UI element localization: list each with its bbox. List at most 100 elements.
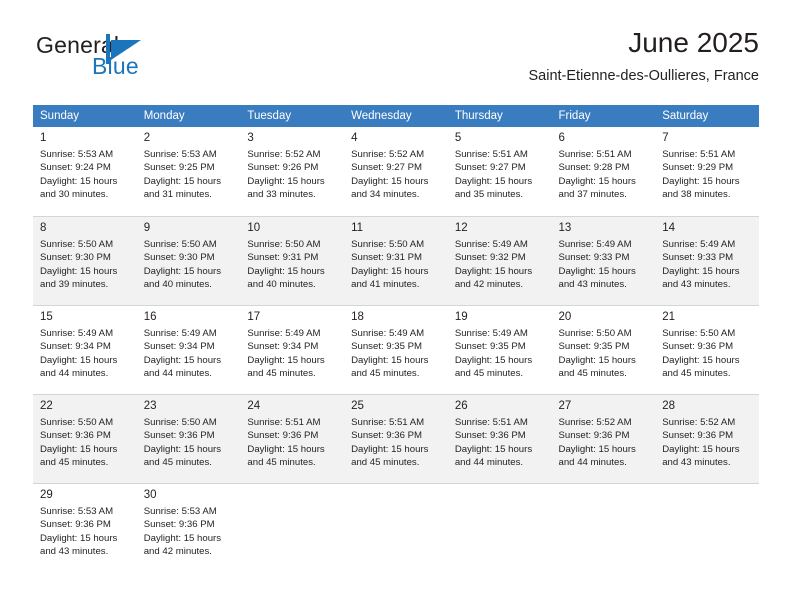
calendar-day-cell[interactable]: 15 Sunrise: 5:49 AM Sunset: 9:34 PM Dayli… (33, 305, 137, 394)
day-sun-info: Sunrise: 5:51 AM Sunset: 9:29 PM Dayligh… (662, 149, 740, 201)
calendar-day-cell[interactable]: 9 Sunrise: 5:50 AM Sunset: 9:30 PM Daylig… (136, 216, 241, 305)
day-sun-info: Sunrise: 5:51 AM Sunset: 9:36 PM Dayligh… (247, 417, 325, 469)
calendar-day-cell[interactable]: 7 Sunrise: 5:51 AM Sunset: 9:29 PM Daylig… (655, 127, 759, 216)
title-block: June 2025 Saint-Etienne-des-Oullieres, F… (529, 26, 760, 85)
day-sun-info: Sunrise: 5:49 AM Sunset: 9:33 PM Dayligh… (558, 239, 636, 291)
calendar-table: Sunday Monday Tuesday Wednesday Thursday… (33, 105, 759, 572)
day-sun-info: Sunrise: 5:53 AM Sunset: 9:36 PM Dayligh… (40, 506, 118, 558)
calendar-day-cell[interactable]: 6 Sunrise: 5:51 AM Sunset: 9:28 PM Daylig… (551, 127, 656, 216)
calendar-day-cell[interactable]: 17 Sunrise: 5:49 AM Sunset: 9:34 PM Dayli… (240, 305, 345, 394)
calendar-day-cell[interactable]: 4 Sunrise: 5:52 AM Sunset: 9:27 PM Daylig… (344, 127, 448, 216)
day-sun-info: Sunrise: 5:49 AM Sunset: 9:33 PM Dayligh… (662, 239, 740, 291)
day-number: 13 (558, 222, 572, 234)
day-number: 1 (40, 132, 47, 144)
calendar-day-cell[interactable]: 13 Sunrise: 5:49 AM Sunset: 9:33 PM Dayli… (551, 216, 656, 305)
day-sun-info: Sunrise: 5:49 AM Sunset: 9:34 PM Dayligh… (40, 328, 118, 380)
day-number: 17 (247, 311, 261, 323)
calendar-day-cell[interactable]: 16 Sunrise: 5:49 AM Sunset: 9:34 PM Dayli… (136, 305, 241, 394)
day-number: 6 (558, 132, 565, 144)
weekday-header-monday: Monday (136, 105, 241, 127)
day-number: 23 (143, 400, 157, 412)
day-number: 22 (40, 400, 53, 412)
day-sun-info: Sunrise: 5:50 AM Sunset: 9:30 PM Dayligh… (143, 239, 222, 291)
calendar-page: General Blue June 2025 Saint-Etienne-des… (0, 0, 792, 612)
day-sun-info: Sunrise: 5:52 AM Sunset: 9:36 PM Dayligh… (662, 417, 740, 469)
calendar-day-cell[interactable]: 2 Sunrise: 5:53 AM Sunset: 9:25 PM Daylig… (136, 127, 241, 216)
day-sun-info: Sunrise: 5:50 AM Sunset: 9:36 PM Dayligh… (662, 328, 740, 380)
calendar-day-cell[interactable]: 28 Sunrise: 5:52 AM Sunset: 9:36 PM Dayli… (655, 394, 759, 483)
calendar-day-cell[interactable]: 11 Sunrise: 5:50 AM Sunset: 9:31 PM Dayli… (344, 216, 448, 305)
day-number: 27 (558, 400, 572, 412)
day-number: 8 (40, 222, 47, 234)
calendar-cell-empty (240, 483, 345, 572)
calendar-header-row: Sunday Monday Tuesday Wednesday Thursday… (33, 105, 759, 127)
calendar-day-cell[interactable]: 18 Sunrise: 5:49 AM Sunset: 9:35 PM Dayli… (344, 305, 448, 394)
day-sun-info: Sunrise: 5:50 AM Sunset: 9:30 PM Dayligh… (40, 239, 118, 291)
calendar-day-cell[interactable]: 10 Sunrise: 5:50 AM Sunset: 9:31 PM Dayli… (240, 216, 345, 305)
day-number: 15 (40, 311, 53, 323)
calendar-day-cell[interactable]: 14 Sunrise: 5:49 AM Sunset: 9:33 PM Dayli… (655, 216, 759, 305)
day-number: 14 (662, 222, 676, 234)
calendar-day-cell[interactable]: 20 Sunrise: 5:50 AM Sunset: 9:35 PM Dayli… (551, 305, 656, 394)
calendar-day-cell[interactable]: 26 Sunrise: 5:51 AM Sunset: 9:36 PM Dayli… (447, 394, 552, 483)
page-subtitle: Saint-Etienne-des-Oullieres, France (528, 68, 760, 84)
page-title: June 2025 (628, 27, 759, 58)
day-number: 4 (351, 132, 358, 144)
day-number: 26 (454, 400, 468, 412)
calendar-day-cell[interactable]: 12 Sunrise: 5:49 AM Sunset: 9:32 PM Dayli… (447, 216, 552, 305)
calendar-week-row: 15 Sunrise: 5:49 AM Sunset: 9:34 PM Dayli… (33, 305, 759, 394)
day-number: 24 (247, 400, 261, 412)
day-sun-info: Sunrise: 5:53 AM Sunset: 9:36 PM Dayligh… (143, 506, 222, 558)
calendar-day-cell[interactable]: 5 Sunrise: 5:51 AM Sunset: 9:27 PM Daylig… (447, 127, 552, 216)
day-sun-info: Sunrise: 5:50 AM Sunset: 9:31 PM Dayligh… (247, 239, 325, 291)
day-sun-info: Sunrise: 5:50 AM Sunset: 9:36 PM Dayligh… (40, 417, 118, 469)
day-sun-info: Sunrise: 5:52 AM Sunset: 9:27 PM Dayligh… (351, 149, 429, 201)
weekday-header-friday: Friday (551, 105, 656, 127)
calendar-day-cell[interactable]: 25 Sunrise: 5:51 AM Sunset: 9:36 PM Dayli… (344, 394, 448, 483)
calendar-week-row: 29 Sunrise: 5:53 AM Sunset: 9:36 PM Dayli… (33, 483, 759, 572)
day-sun-info: Sunrise: 5:50 AM Sunset: 9:36 PM Dayligh… (143, 417, 222, 469)
calendar-day-cell[interactable]: 23 Sunrise: 5:50 AM Sunset: 9:36 PM Dayli… (136, 394, 241, 483)
day-number: 21 (662, 311, 676, 323)
calendar-week-row: 8 Sunrise: 5:50 AM Sunset: 9:30 PM Daylig… (33, 216, 759, 305)
calendar-day-cell[interactable]: 22 Sunrise: 5:50 AM Sunset: 9:36 PM Dayli… (33, 394, 137, 483)
calendar-day-cell[interactable]: 19 Sunrise: 5:49 AM Sunset: 9:35 PM Dayli… (447, 305, 552, 394)
calendar-cell-empty (655, 483, 759, 572)
day-sun-info: Sunrise: 5:50 AM Sunset: 9:31 PM Dayligh… (351, 239, 429, 291)
day-number: 11 (351, 222, 364, 234)
calendar-day-cell[interactable]: 1 Sunrise: 5:53 AM Sunset: 9:24 PM Daylig… (33, 127, 137, 216)
day-number: 9 (143, 222, 151, 234)
day-sun-info: Sunrise: 5:49 AM Sunset: 9:34 PM Dayligh… (247, 328, 325, 380)
calendar-day-cell[interactable]: 27 Sunrise: 5:52 AM Sunset: 9:36 PM Dayli… (551, 394, 656, 483)
day-number: 25 (351, 400, 364, 412)
weekday-header-tuesday: Tuesday (240, 105, 345, 127)
day-number: 5 (454, 132, 462, 144)
day-sun-info: Sunrise: 5:49 AM Sunset: 9:35 PM Dayligh… (454, 328, 533, 380)
calendar-day-cell[interactable]: 24 Sunrise: 5:51 AM Sunset: 9:36 PM Dayli… (240, 394, 345, 483)
day-sun-info: Sunrise: 5:52 AM Sunset: 9:26 PM Dayligh… (247, 149, 325, 201)
day-number: 28 (662, 400, 676, 412)
calendar-day-cell[interactable]: 30 Sunrise: 5:53 AM Sunset: 9:36 PM Dayli… (136, 483, 241, 572)
day-sun-info (655, 488, 759, 491)
day-sun-info: Sunrise: 5:53 AM Sunset: 9:25 PM Dayligh… (143, 149, 222, 201)
day-number: 18 (351, 311, 364, 323)
day-number: 19 (454, 311, 468, 323)
brand-logo[interactable]: General Blue (36, 32, 246, 88)
calendar-day-cell[interactable]: 21 Sunrise: 5:50 AM Sunset: 9:36 PM Dayli… (655, 305, 759, 394)
calendar-cell-empty (344, 483, 448, 572)
day-sun-info: Sunrise: 5:49 AM Sunset: 9:35 PM Dayligh… (351, 328, 429, 380)
day-number: 7 (662, 132, 669, 144)
calendar-week-row: 22 Sunrise: 5:50 AM Sunset: 9:36 PM Dayli… (33, 394, 759, 483)
day-number: 16 (143, 311, 157, 323)
day-sun-info (240, 488, 344, 491)
day-sun-info (448, 488, 552, 491)
weekday-header-thursday: Thursday (447, 105, 552, 127)
calendar-day-cell[interactable]: 29 Sunrise: 5:53 AM Sunset: 9:36 PM Dayli… (33, 483, 137, 572)
day-number: 29 (40, 489, 53, 501)
calendar-day-cell[interactable]: 3 Sunrise: 5:52 AM Sunset: 9:26 PM Daylig… (240, 127, 345, 216)
brand-name-blue: Blue (92, 53, 139, 79)
weekday-header-saturday: Saturday (655, 105, 759, 127)
day-sun-info: Sunrise: 5:51 AM Sunset: 9:36 PM Dayligh… (351, 417, 429, 469)
calendar-body: 1 Sunrise: 5:53 AM Sunset: 9:24 PM Daylig… (33, 127, 759, 572)
calendar-day-cell[interactable]: 8 Sunrise: 5:50 AM Sunset: 9:30 PM Daylig… (33, 216, 137, 305)
